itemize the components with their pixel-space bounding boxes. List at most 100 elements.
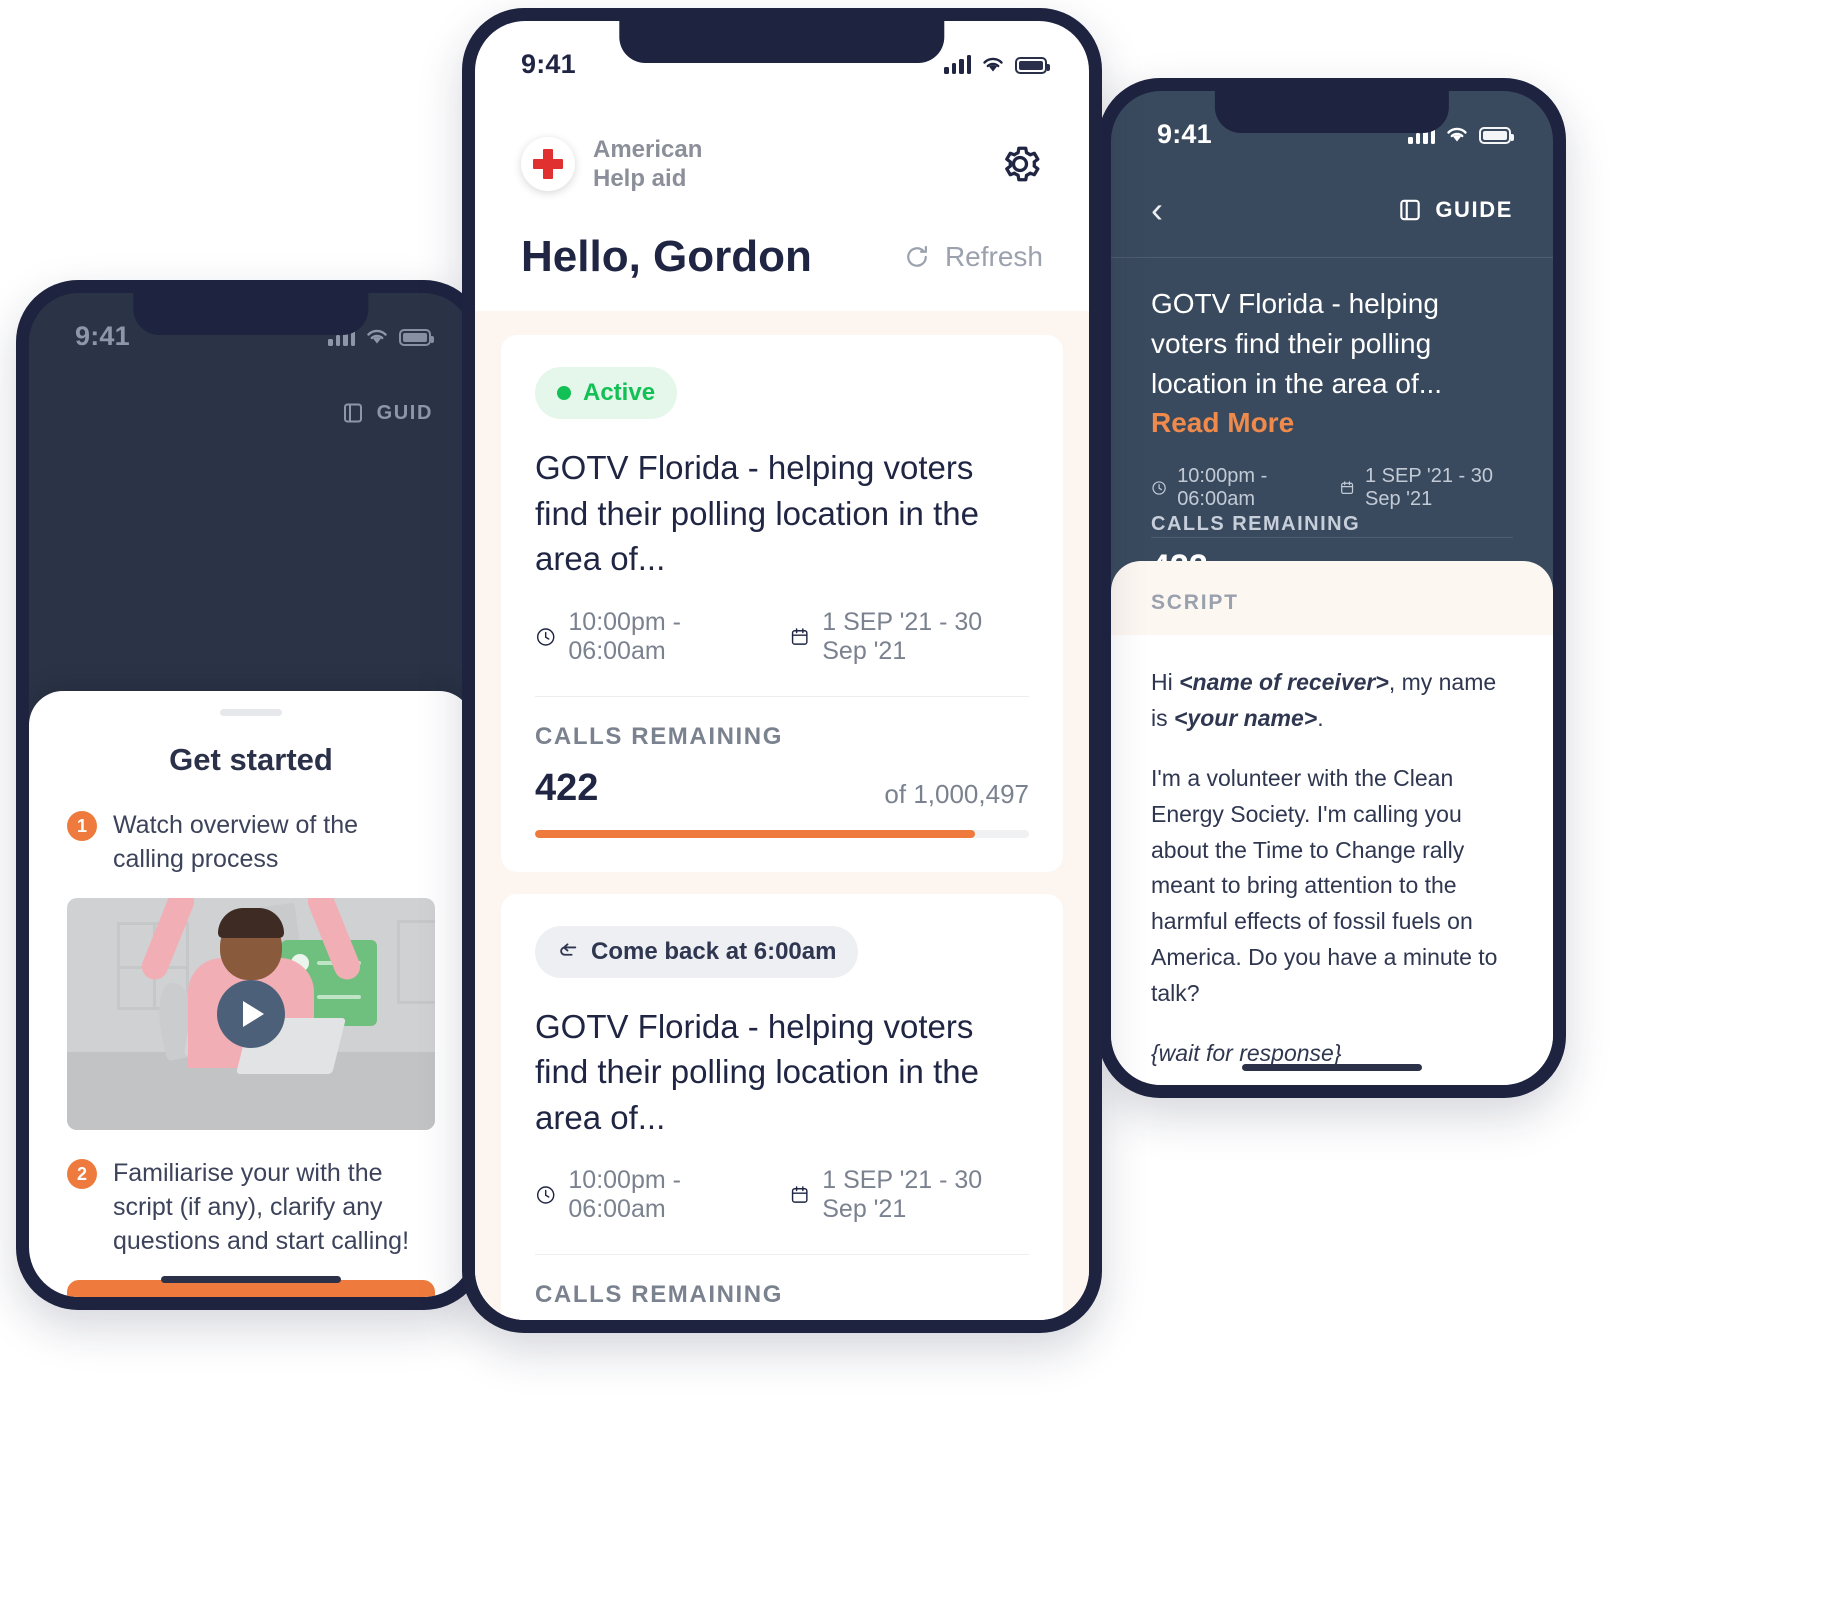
book-icon <box>343 403 362 423</box>
script-content: Hi <name of receiver>, my name is <your … <box>1111 635 1553 1085</box>
step-text: Watch overview of the calling process <box>113 811 359 873</box>
script-sheet: SCRIPT Hi <name of receiver>, my name is… <box>1111 561 1553 1085</box>
campaign-card[interactable]: Come back at 6:00am GOTV Florida - helpi… <box>501 893 1063 1320</box>
wifi-icon <box>1447 127 1467 142</box>
refresh-button[interactable]: Refresh <box>903 241 1043 273</box>
phone-center: 9:41 American Help aid Hello, Gordon Ref… <box>462 8 1102 1333</box>
right-calls-label: CALLS REMAINING <box>1151 513 1361 535</box>
get-started-step-2: 2 Familiarise your with the script (if a… <box>67 1156 435 1258</box>
refresh-label: Refresh <box>944 240 1043 272</box>
wifi-icon <box>367 329 387 344</box>
guide-label: GUIDE <box>1435 197 1513 222</box>
status-badge: Come back at 6:00am <box>535 925 859 978</box>
status-badge: Active <box>535 367 678 419</box>
brand-line-1: American <box>593 136 703 163</box>
script-receiver-placeholder: <name of receiver> <box>1179 669 1389 695</box>
brand-block: American Help aid <box>521 135 702 194</box>
video-person-hair <box>218 908 284 938</box>
campaign-title: GOTV Florida - helping voters find their… <box>535 449 979 578</box>
right-campaign-title: GOTV Florida - helping voters find their… <box>1151 284 1513 443</box>
time-range-text: 10:00pm - 06:00am <box>568 1166 681 1224</box>
status-badge-label: Active <box>583 379 656 406</box>
left-guide-button[interactable]: GUID <box>69 383 433 443</box>
back-chevron-icon[interactable]: ‹ <box>1151 192 1163 228</box>
overview-video-thumbnail[interactable] <box>67 898 435 1130</box>
script-wait-note: {wait for response} <box>1151 1039 1342 1066</box>
red-cross-icon <box>521 137 575 192</box>
home-indicator <box>161 1276 341 1283</box>
status-dot-icon <box>557 386 571 400</box>
status-time: 9:41 <box>75 320 130 351</box>
calendar-icon <box>791 1186 808 1204</box>
center-header-row: American Help aid <box>521 135 1043 194</box>
signal-icon <box>944 54 971 74</box>
video-check-line-2 <box>317 995 361 999</box>
left-header: GUID <box>29 365 473 443</box>
script-yourname-placeholder: <your name> <box>1174 704 1318 731</box>
left-guide-label: GUID <box>376 401 433 424</box>
calls-row: 422 of 1,000,497 <box>535 767 1029 810</box>
status-icons <box>944 54 1050 74</box>
status-badge-label: Come back at 6:00am <box>591 937 837 965</box>
campaign-meta: 10:00pm - 06:00am 1 SEP '21 - 30 Sep '21 <box>535 608 1029 666</box>
date-range: 1 SEP '21 - 30 Sep '21 <box>789 1166 1029 1224</box>
date-range-text: 1 SEP '21 - 30 Sep '21 <box>822 1166 983 1224</box>
right-nav-bar: ‹ GUIDE <box>1111 163 1553 257</box>
calls-label: CALLS REMAINING <box>535 722 783 750</box>
script-p1-suffix: . <box>1317 704 1324 731</box>
calls-label: CALLS REMAINING <box>535 1281 783 1309</box>
read-more-link[interactable]: Read More <box>1151 407 1294 438</box>
time-range-text: 10:00pm - 06:00am <box>568 607 681 665</box>
step-number-badge: 2 <box>67 1159 97 1189</box>
progress-track <box>535 829 1029 838</box>
guide-button[interactable]: GUIDE <box>1397 197 1513 223</box>
script-section-label: SCRIPT <box>1151 591 1239 614</box>
card-divider <box>535 1254 1029 1256</box>
gear-icon[interactable] <box>997 141 1043 187</box>
play-icon[interactable] <box>217 980 285 1048</box>
center-screen: 9:41 American Help aid Hello, Gordon Ref… <box>475 21 1089 1320</box>
return-arrow-icon <box>560 942 577 956</box>
left-screen: 9:41 GUID Get started 1 Watch overview o… <box>29 293 473 1297</box>
video-window-right <box>397 920 435 1004</box>
notch <box>619 21 945 63</box>
book-icon <box>1400 199 1421 221</box>
campaign-meta: 10:00pm - 06:00am 1 SEP '21 - 30 Sep '21 <box>535 1166 1029 1224</box>
phone-left: 9:41 GUID Get started 1 Watch overview o… <box>16 280 486 1310</box>
calendar-icon <box>791 627 808 645</box>
calls-total: of 1,000,497 <box>884 778 1029 809</box>
script-p1-prefix: Hi <box>1151 669 1180 695</box>
center-header: American Help aid Hello, Gordon Refresh <box>475 93 1089 282</box>
notch <box>1214 91 1450 133</box>
status-time: 9:41 <box>521 48 576 79</box>
sheet-grabber[interactable] <box>220 709 282 716</box>
battery-icon <box>1479 127 1514 144</box>
refresh-icon <box>907 245 927 267</box>
get-started-sheet: Get started 1 Watch overview of the call… <box>29 691 473 1297</box>
right-campaign-title-text: GOTV Florida - helping voters find their… <box>1151 288 1443 399</box>
campaign-card[interactable]: Active GOTV Florida - helping voters fin… <box>501 335 1063 872</box>
brand-line-2: Help aid <box>593 165 687 193</box>
right-screen: 9:41 ‹ GUIDE GOTV Florida - helping vote… <box>1111 91 1553 1085</box>
wifi-icon <box>983 57 1003 72</box>
greeting-row: Hello, Gordon Refresh <box>521 232 1043 282</box>
get-started-title: Get started <box>169 742 333 777</box>
progress-fill <box>535 829 975 838</box>
home-indicator <box>1242 1064 1422 1071</box>
campaign-title: GOTV Florida - helping voters find their… <box>535 1007 979 1136</box>
card-divider <box>535 695 1029 697</box>
battery-icon <box>399 329 434 346</box>
script-paragraph-1: Hi <name of receiver>, my name is <your … <box>1151 665 1513 737</box>
page-title: Hello, Gordon <box>521 231 812 281</box>
clock-icon <box>536 1186 555 1204</box>
status-time: 9:41 <box>1157 118 1212 149</box>
time-range: 10:00pm - 06:00am <box>535 608 747 666</box>
date-range-text: 1 SEP '21 - 30 Sep '21 <box>822 607 983 665</box>
campaign-list[interactable]: Active GOTV Florida - helping voters fin… <box>475 311 1089 1320</box>
screenshot-stage: 9:41 GUID Get started 1 Watch overview o… <box>0 0 1844 1617</box>
clock-icon <box>536 627 555 646</box>
calls-remaining: 422 <box>535 766 599 809</box>
brand-name: American Help aid <box>593 135 702 194</box>
time-range: 10:00pm - 06:00am <box>535 1166 747 1224</box>
phone-right: 9:41 ‹ GUIDE GOTV Florida - helping vote… <box>1098 78 1566 1098</box>
